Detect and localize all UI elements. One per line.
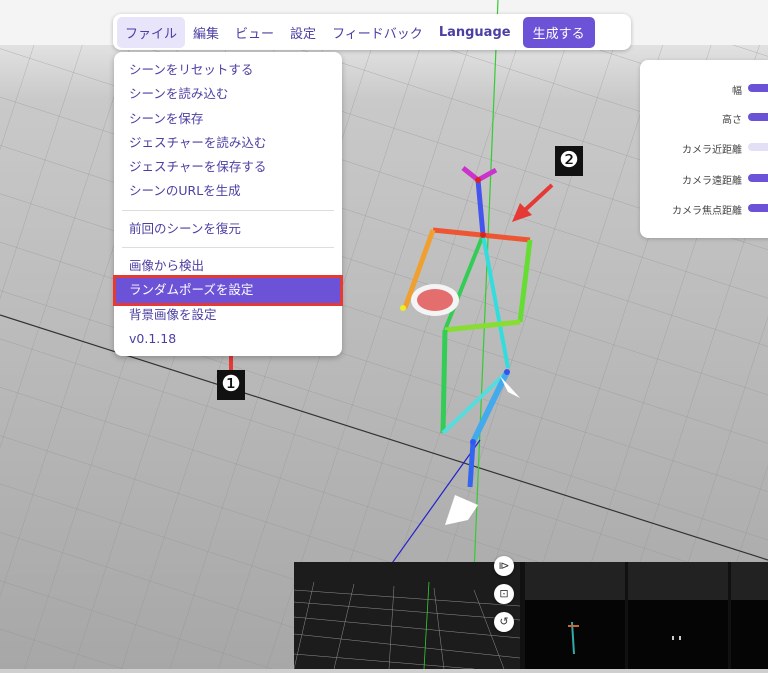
setting-row-width: 幅 [640, 80, 768, 98]
menu-item-random-pose[interactable]: ランダムポーズを設定 [113, 275, 343, 306]
menu-item-reset-scene[interactable]: シーンをリセットする [114, 58, 342, 82]
setting-label: 高さ [722, 115, 742, 126]
menu-item-load-scene[interactable]: シーンを読み込む [114, 82, 342, 106]
unlock-icon[interactable]: ⊡ [494, 584, 514, 604]
file-dropdown-menu: シーンをリセットする シーンを読み込む シーンを保存 ジェスチャーを読み込む ジ… [113, 52, 343, 356]
menu-divider [122, 209, 334, 211]
settings-panel: 幅 高さ カメラ近距離 カメラ遠距離 カメラ焦点距離 [640, 60, 768, 238]
setting-row-camera-near: カメラ近距離 [640, 139, 768, 157]
preview-thumbnails [293, 562, 768, 670]
slider-camera-focal[interactable] [748, 204, 768, 212]
setting-row-camera-far: カメラ遠距離 [640, 170, 768, 188]
slider-camera-near[interactable] [748, 143, 768, 151]
menu-item-detect-from-image[interactable]: 画像から検出 [114, 254, 342, 278]
setting-label: カメラ近距離 [682, 145, 742, 156]
menu-file[interactable]: ファイル [117, 16, 186, 48]
menu-edit[interactable]: 編集 [185, 17, 227, 48]
play-icon[interactable]: ⧐ [494, 556, 514, 576]
setting-row-camera-focal: カメラ焦点距離 [640, 200, 768, 218]
menu-item-generate-scene-url[interactable]: シーンのURLを生成 [114, 179, 342, 203]
menu-item-background-image[interactable]: 背景画像を設定 [114, 303, 342, 327]
menu-language[interactable]: Language [431, 19, 519, 46]
generate-button[interactable]: 生成する [522, 16, 595, 48]
slider-width[interactable] [748, 84, 768, 92]
menu-feedback[interactable]: フィードバック [324, 17, 431, 48]
menu-settings[interactable]: 設定 [282, 17, 324, 48]
setting-row-height: 高さ [640, 109, 768, 127]
menu-view[interactable]: ビュー [227, 17, 282, 48]
menu-item-save-gesture[interactable]: ジェスチャーを保存する [114, 155, 342, 179]
slider-height[interactable] [748, 113, 768, 121]
version-label: v0.1.18 [129, 330, 177, 346]
callout-2: ❷ [555, 146, 583, 176]
menu-item-save-scene[interactable]: シーンを保存 [114, 107, 342, 131]
slider-camera-far[interactable] [748, 174, 768, 182]
menu-bar: ファイル 編集 ビュー 設定 フィードバック Language 生成する [113, 14, 631, 50]
menu-item-restore-scene[interactable]: 前回のシーンを復元 [114, 217, 342, 241]
preview-strip [293, 562, 768, 670]
setting-label: カメラ焦点距離 [672, 206, 742, 217]
menu-divider [122, 247, 334, 249]
callout-1: ❶ [217, 370, 245, 400]
menu-item-load-gesture[interactable]: ジェスチャーを読み込む [114, 131, 342, 155]
setting-label: カメラ遠距離 [682, 176, 742, 187]
setting-label: 幅 [732, 86, 742, 97]
undo-icon[interactable]: ↺ [494, 612, 514, 632]
